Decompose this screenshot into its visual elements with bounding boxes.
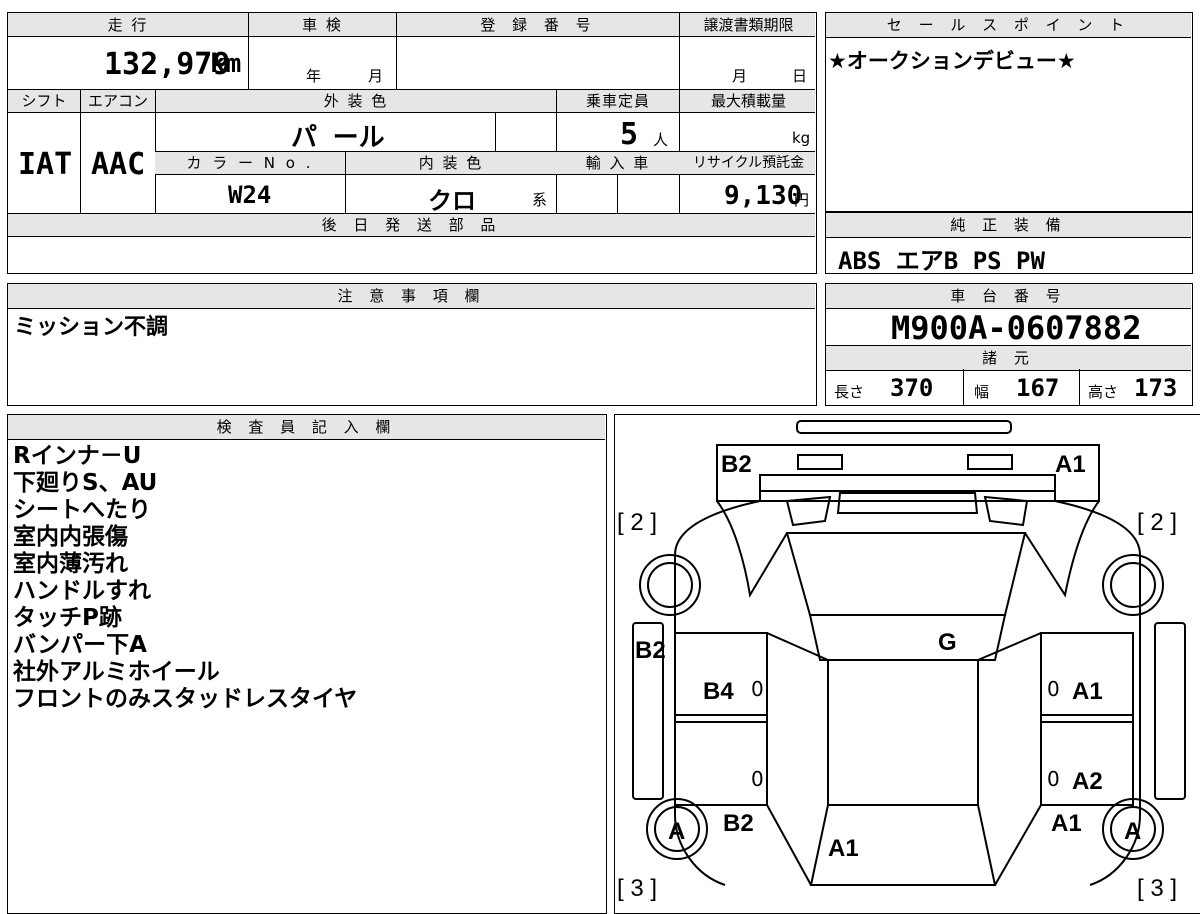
mark-zero-2: 0 [1047, 677, 1060, 701]
note-line: フロントのみスタッドレスタイヤ [13, 686, 358, 712]
mark-right-wheel: A [1124, 818, 1142, 845]
dims-label: 諸 元 [826, 345, 1191, 371]
inspector-label: 検 査 員 記 入 欄 [8, 415, 605, 440]
sales-point-box: セ ー ル ス ポ イ ン ト ★オークションデビュー★ [825, 12, 1193, 212]
recycle-label: リサイクル預託金 [692, 155, 805, 171]
inspection-label: 車 検 [302, 16, 343, 34]
note-line: 室内薄汚れ [13, 551, 128, 577]
mark-left-rear: B2 [723, 810, 754, 837]
import-label: 輸 入 車 [585, 154, 651, 172]
note-line: 社外アルミホイール [13, 659, 220, 685]
width-value: 167 [1016, 374, 1060, 402]
shift-label: シフト [21, 92, 67, 110]
mark-front-right: A1 [1055, 451, 1086, 478]
genuine-equipment-box: 純 正 装 備 ABS エアB PS PW [825, 212, 1193, 275]
recycle-value: 9,130 [724, 181, 803, 211]
registration-label: 登 録 番 号 [480, 16, 597, 34]
mileage-unit: km [210, 49, 242, 79]
chassis-label: 車 台 番 号 [826, 284, 1191, 309]
note-line: シートへたり [13, 497, 151, 523]
mark-front-left: B2 [721, 451, 752, 478]
exterior-label: 外 装 色 [323, 92, 389, 110]
mark-zero-4: 0 [1047, 767, 1060, 791]
later-parts-label: 後 日 発 送 部 品 [321, 216, 502, 234]
mark-left-fender: B2 [635, 637, 666, 664]
caution-text: ミッション不調 [14, 315, 169, 340]
width-label: 幅 [974, 383, 990, 401]
interior-value: クロ [428, 187, 476, 215]
note-line: Rインナ－U [13, 443, 142, 469]
inspection-month: 月 [368, 67, 386, 85]
ac-label: エアコン [87, 92, 148, 110]
capacity-label: 乗車定員 [585, 92, 650, 110]
inspection-year: 年 [306, 67, 324, 85]
genuine-equipment-text: ABS エアB PS PW [838, 247, 1045, 275]
chassis-number: M900A-0607882 [891, 309, 1142, 347]
mark-right-front-door: A1 [1072, 678, 1103, 705]
exterior-value: パ ール [291, 123, 385, 153]
inspector-box: 検 査 員 記 入 欄 Rインナ－U 下廻りS、AU シートへたり 室内内張傷 … [7, 414, 607, 914]
recycle-unit: 円 [794, 191, 812, 209]
interior-label: 内 装 色 [418, 154, 484, 172]
mark-bracket-right-bottom: [ 3 ] [1137, 875, 1178, 902]
mark-zero-1: 0 [751, 677, 764, 701]
note-line: 室内内張傷 [13, 524, 128, 550]
mark-right-rear: A1 [1051, 810, 1082, 837]
load-unit: kg [792, 129, 811, 147]
caution-label: 注 意 事 項 欄 [8, 284, 815, 309]
vehicle-spec-table: 走 行 車 検 登 録 番 号 譲渡書類期限 132,979 km 年 月 月 … [7, 12, 817, 274]
car-diagram [632, 420, 1186, 886]
note-line: ハンドルすれ [13, 578, 151, 604]
caution-box: 注 意 事 項 欄 ミッション不調 [7, 283, 817, 406]
mark-roof: G [938, 629, 957, 656]
color-no-label: カ ラ ー N o . [186, 154, 314, 172]
ac-value: AAC [91, 147, 146, 182]
note-line: タッチP跡 [13, 605, 122, 631]
height-label: 高さ [1088, 383, 1119, 401]
mark-left-front-door: B4 [703, 678, 734, 705]
length-label: 長さ [834, 383, 865, 401]
mark-bracket-left-top: [ 2 ] [617, 509, 658, 536]
mark-zero-3: 0 [751, 767, 764, 791]
transfer-day: 日 [792, 67, 810, 85]
capacity-value: 5 [620, 117, 639, 152]
mark-right-rear-door: A2 [1072, 768, 1103, 795]
mark-bracket-left-bottom: [ 3 ] [617, 875, 658, 902]
length-value: 370 [890, 374, 934, 402]
height-value: 173 [1134, 374, 1178, 402]
load-label: 最大積載量 [710, 92, 786, 110]
sales-point-label: セ ー ル ス ポ イ ン ト [826, 13, 1191, 38]
color-no-value: W24 [228, 181, 272, 209]
sales-point-text: ★オークションデビュー★ [828, 49, 1076, 73]
note-line: 下廻りS、AU [13, 470, 158, 496]
mark-left-wheel: A [668, 818, 686, 845]
transfer-label: 譲渡書類期限 [703, 16, 794, 34]
genuine-equipment-label: 純 正 装 備 [826, 213, 1191, 238]
capacity-unit: 人 [653, 131, 671, 149]
note-line: バンパー下A [13, 632, 147, 658]
mileage-label: 走 行 [107, 16, 149, 34]
car-diagram-box: B2 A1 [ 2 ] [ 2 ] B2 G B4 0 0 A1 0 0 A2 … [614, 414, 1200, 914]
mark-bracket-right-top: [ 2 ] [1137, 509, 1178, 536]
mark-rear-center: A1 [828, 835, 859, 862]
transfer-month: 月 [732, 67, 750, 85]
inspector-notes: Rインナ－U 下廻りS、AU シートへたり 室内内張傷 室内薄汚れ ハンドルすれ… [13, 443, 357, 713]
interior-suffix: 系 [532, 191, 550, 209]
shift-value: IAT [18, 147, 73, 182]
chassis-box: 車 台 番 号 M900A-0607882 諸 元 長さ 370 幅 167 高… [825, 283, 1193, 406]
